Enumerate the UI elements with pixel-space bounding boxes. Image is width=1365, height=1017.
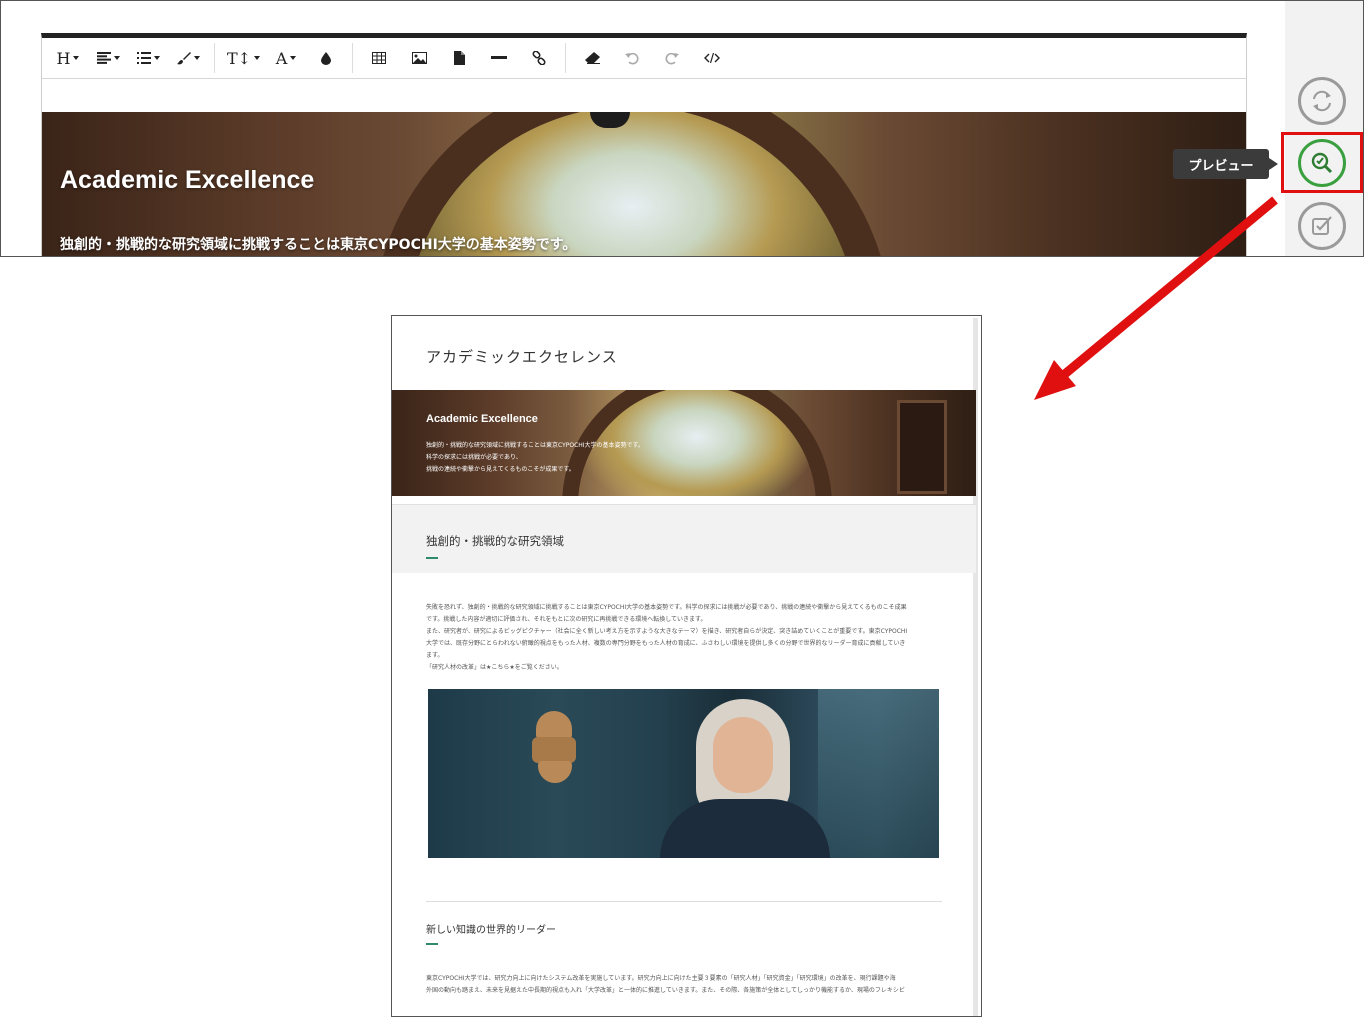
hero-title: Academic Excellence xyxy=(60,166,315,194)
refresh-icon xyxy=(1313,90,1331,112)
preview-section-heading: 独創的・挑戦的な研究領域 xyxy=(426,534,564,548)
link-icon xyxy=(532,51,546,65)
redo-button[interactable] xyxy=(652,43,692,73)
text-size-icon: T↕ xyxy=(227,48,252,68)
photo-person-shirt xyxy=(660,799,830,858)
paragraph-line: です。挑戦した内容が適切に評価され、それをもとに次の研究に再挑戦できる環境へ転換… xyxy=(426,616,707,623)
paragraph-line: 大学では、既存分野にとらわれない俯瞰的視点をもった人材、複数の専門分野をもった人… xyxy=(426,640,906,647)
toolbar-group-history xyxy=(566,43,738,73)
preview-screenshot: アカデミックエクセレンス Academic Excellence 独創的・挑戦的… xyxy=(391,315,982,1017)
heading-icon: H xyxy=(56,48,71,68)
editor-blank-paragraph[interactable] xyxy=(42,79,1246,112)
publish-button[interactable] xyxy=(1298,202,1346,250)
font-color-icon: A xyxy=(275,48,288,68)
preview-hero-line: 独創的・挑戦的な研究領域に挑戦することは東京CYPOCHI大学の基本姿勢です。 xyxy=(426,442,644,449)
preview-hero-window xyxy=(897,400,947,494)
red-arrow-icon xyxy=(1034,196,1278,400)
preview-divider xyxy=(426,901,942,902)
chevron-down-icon xyxy=(290,56,297,60)
preview-hero-line: 科学の探求には挑戦が必要であり、 xyxy=(426,454,522,461)
publish-check-icon xyxy=(1312,216,1332,235)
heading-button[interactable]: H xyxy=(48,43,88,73)
photo-person-face xyxy=(713,717,773,793)
text-size-button[interactable]: T↕ xyxy=(221,43,266,73)
redo-icon xyxy=(665,52,680,64)
chevron-down-icon xyxy=(193,56,200,60)
table-button[interactable] xyxy=(359,43,399,73)
paragraph-line: ます。 xyxy=(426,652,444,659)
chevron-down-icon xyxy=(73,56,80,60)
heading-accent-line xyxy=(426,557,438,559)
image-button[interactable] xyxy=(399,43,439,73)
photo-lamp xyxy=(536,711,572,739)
toolbar-group-style: H xyxy=(42,43,215,73)
photo-window xyxy=(818,689,939,858)
preview-tooltip: プレビュー xyxy=(1173,149,1278,179)
file-button[interactable] xyxy=(439,43,479,73)
photo-lamp xyxy=(538,761,572,783)
editor-toolbar: H T↕ A xyxy=(42,38,1246,79)
toolbar-group-font: T↕ A xyxy=(215,43,354,73)
preview-hero-line: 挑戦の連続や衝撃から見えてくるものこそが成果です。 xyxy=(426,466,575,473)
refresh-button[interactable] xyxy=(1298,77,1346,125)
horizontal-rule-icon xyxy=(491,56,508,59)
link-button[interactable] xyxy=(519,43,559,73)
preview-section2-body: 東京CYPOCHI大学では、研究力向上に向けたシステム改革を実施しています。研究… xyxy=(426,973,942,997)
preview-button-highlight xyxy=(1281,132,1363,193)
eraser-icon xyxy=(584,52,600,64)
eraser-button[interactable] xyxy=(572,43,612,73)
droplet-icon xyxy=(321,51,332,65)
chevron-down-icon xyxy=(254,56,261,60)
photo-lamp xyxy=(532,737,576,763)
paint-button[interactable] xyxy=(168,43,208,73)
image-icon xyxy=(411,52,427,64)
paragraph-line: また、研究者が、研究によるビッグピクチャー（社会に全く新しい考え方を示すような大… xyxy=(426,628,908,635)
chevron-down-icon xyxy=(153,56,160,60)
list-button[interactable] xyxy=(128,43,168,73)
align-button[interactable] xyxy=(88,43,128,73)
align-left-icon xyxy=(96,52,111,64)
code-icon xyxy=(704,52,721,64)
file-icon xyxy=(453,51,465,65)
horizontal-rule-button[interactable] xyxy=(479,43,519,73)
hero-subtitle: 独創的・挑戦的な研究領域に挑戦することは東京CYPOCHI大学の基本姿勢です。 xyxy=(60,237,577,253)
heading-accent-line xyxy=(426,943,438,945)
undo-icon xyxy=(625,52,639,64)
font-color-button[interactable]: A xyxy=(266,43,306,73)
preview-section2-heading: 新しい知識の世界的リーダー xyxy=(426,925,556,936)
paragraph-line: 「研究人材の改革」は★こちら★をご覧ください。 xyxy=(426,664,563,671)
undo-button[interactable] xyxy=(612,43,652,73)
preview-hero-banner: Academic Excellence 独創的・挑戦的な研究領域に挑戦することは… xyxy=(392,390,976,496)
list-icon xyxy=(136,52,151,64)
preview-hero-title: Academic Excellence xyxy=(426,413,538,425)
highlight-button[interactable] xyxy=(306,43,346,73)
table-icon xyxy=(372,52,387,64)
preview-section-header: 独創的・挑戦的な研究領域 xyxy=(392,504,976,573)
paragraph-line: 外国の動向も踏まえ、未来を見据えた中長期的視点も入れ「大学改革」と一体的に推進し… xyxy=(426,987,905,994)
code-view-button[interactable] xyxy=(692,43,732,73)
preview-hero-text: 独創的・挑戦的な研究領域に挑戦することは東京CYPOCHI大学の基本姿勢です。 … xyxy=(426,440,644,476)
preview-page-title: アカデミックエクセレンス xyxy=(426,348,618,366)
preview-researcher-photo xyxy=(428,689,939,858)
paintbrush-icon xyxy=(176,52,191,65)
chevron-down-icon xyxy=(113,56,120,60)
paragraph-line: 東京CYPOCHI大学では、研究力向上に向けたシステム改革を実施しています。研究… xyxy=(426,975,896,982)
paragraph-line: 失敗を恐れず、独創的・挑戦的な研究領域に挑戦することは東京CYPOCHI大学の基… xyxy=(426,604,907,611)
toolbar-group-insert xyxy=(353,43,567,73)
preview-section-body: 失敗を恐れず、独創的・挑戦的な研究領域に挑戦することは東京CYPOCHI大学の基… xyxy=(426,602,942,674)
